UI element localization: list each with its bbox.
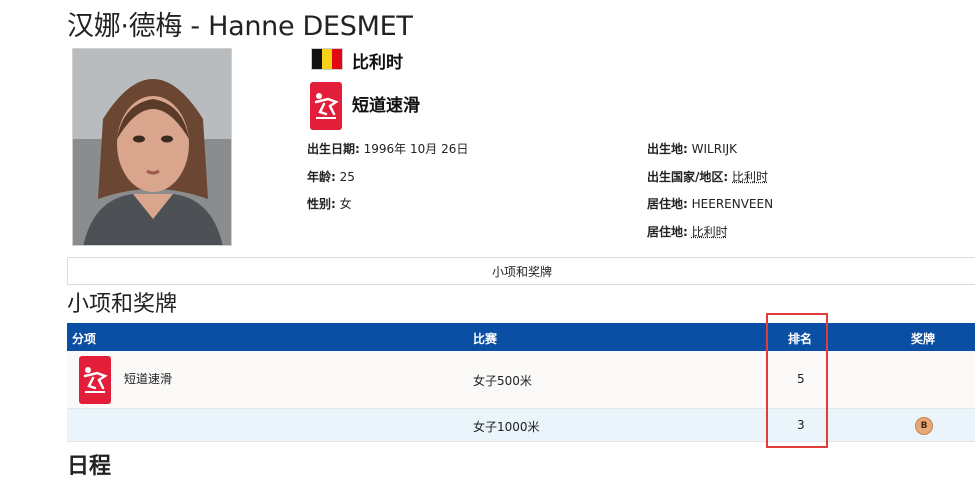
events-section-title: 小项和奖牌: [67, 292, 178, 317]
short-track-speed-skating-icon: [79, 356, 111, 404]
short-track-speed-skating-icon: [310, 82, 342, 130]
tab-events-medals[interactable]: 小项和奖牌: [67, 257, 975, 285]
gender-label: 性别:: [307, 197, 336, 211]
header-rank[interactable]: 排名: [788, 330, 812, 347]
table-row: 短道速滑 女子500米 5: [67, 351, 975, 409]
residence-country-label: 居住地:: [647, 225, 688, 239]
birth-country-link[interactable]: 比利时: [732, 170, 768, 184]
age: 年龄: 25: [307, 168, 355, 185]
belgium-flag-icon: [311, 48, 343, 70]
birth-date: 出生日期: 1996年 10月 26日: [307, 140, 468, 157]
residence-place-label: 居住地:: [647, 197, 688, 211]
birth-date-value: 1996年 10月 26日: [363, 142, 469, 156]
table-row: 女子1000米 3 B: [67, 409, 975, 442]
age-value: 25: [339, 170, 355, 184]
residence-place-value: HEERENVEEN: [691, 197, 774, 211]
birth-country: 出生国家/地区: 比利时: [647, 168, 768, 185]
country-name: 比利时: [352, 53, 403, 73]
sport-name: 短道速滑: [352, 96, 420, 116]
residence-country-link[interactable]: 比利时: [692, 225, 728, 239]
schedule-section-title: 日程: [67, 454, 112, 479]
athlete-photo: [72, 48, 232, 246]
header-event[interactable]: 比赛: [473, 330, 497, 347]
header-discipline[interactable]: 分项: [72, 330, 96, 347]
age-label: 年龄:: [307, 170, 336, 184]
birth-date-label: 出生日期:: [307, 142, 360, 156]
row-event[interactable]: 女子500米: [473, 372, 532, 389]
gender-value: 女: [339, 197, 352, 211]
birth-country-label: 出生国家/地区:: [647, 170, 729, 184]
bronze-medal-icon: B: [915, 417, 933, 435]
row-discipline: 短道速滑: [124, 372, 173, 386]
birth-place-value: WILRIJK: [691, 142, 738, 156]
header-medal[interactable]: 奖牌: [911, 330, 935, 347]
birth-place-label: 出生地:: [647, 142, 688, 156]
residence-place: 居住地: HEERENVEEN: [647, 195, 773, 212]
gender: 性别: 女: [307, 195, 352, 212]
row-event[interactable]: 女子1000米: [473, 418, 540, 435]
birth-place: 出生地: WILRIJK: [647, 140, 737, 157]
page-title: 汉娜·德梅 - Hanne DESMET: [67, 11, 413, 42]
residence-country: 居住地: 比利时: [647, 223, 728, 240]
events-table-header: 分项 比赛 排名 奖牌: [67, 323, 975, 351]
row-rank: 3: [797, 418, 805, 432]
row-rank: 5: [797, 372, 805, 386]
